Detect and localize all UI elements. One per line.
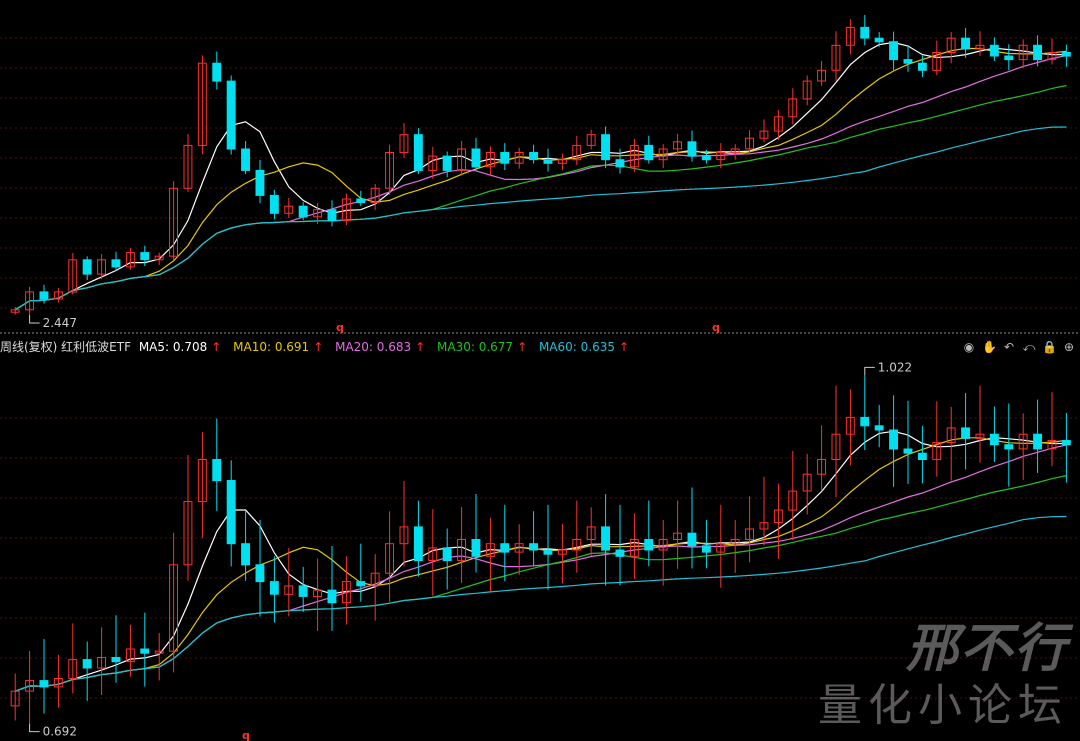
- candle-body-0-24: [356, 198, 366, 204]
- candle-body-1-69: [1004, 444, 1014, 450]
- chart-title: 周线(复权) 红利低波ETF: [0, 340, 131, 354]
- candle-body-1-15: [226, 480, 236, 545]
- annotation-leader-1-0: [864, 366, 875, 376]
- candle-body-0-16: [241, 148, 251, 171]
- candle-body-1-36: [529, 543, 538, 551]
- annotation-label-0-0: 2.447: [43, 316, 77, 330]
- marker-q-upper-1: q: [712, 321, 720, 334]
- candle-body-1-17: [255, 564, 265, 583]
- candle-body-0-73: [1061, 52, 1071, 57]
- candle-body-0-68: [989, 44, 999, 57]
- annotation-label-1-0: 1.022: [878, 360, 912, 374]
- candle-body-0-7: [111, 259, 121, 268]
- indicator-info-bar: 周线(复权) 红利低波ETF MA5: 0.708 ↑ MA10: 0.691 ↑ …: [0, 338, 1080, 356]
- candle-body-0-69: [1004, 55, 1014, 61]
- chart-toolbar: ◉ ✋ ↶ ⤺ 🔒 ⊕: [962, 338, 1076, 356]
- candle-body-0-61: [889, 41, 898, 61]
- candle-body-0-17: [255, 169, 265, 196]
- ma60-readout: MA60: 0.635 ↑: [538, 340, 630, 354]
- candle-body-1-9: [140, 648, 150, 654]
- candle-body-1-71: [1033, 433, 1042, 450]
- candle-body-0-59: [860, 26, 870, 39]
- ma10-readout: MA10: 0.691 ↑: [233, 340, 324, 354]
- eye-icon[interactable]: ◉: [962, 340, 976, 354]
- hand-icon[interactable]: ✋: [982, 340, 997, 354]
- marker-q-lower: q: [242, 729, 250, 741]
- candle-body-0-36: [529, 152, 538, 161]
- candle-body-0-47: [687, 141, 697, 157]
- watermark: 邢不行 量化小论坛: [818, 619, 1068, 733]
- candle-body-0-22: [327, 209, 337, 221]
- candle-body-1-42: [615, 549, 625, 557]
- candle-body-0-28: [413, 134, 423, 171]
- candle-body-0-62: [903, 59, 913, 64]
- candle-body-0-44: [644, 144, 654, 161]
- candle-body-1-47: [687, 532, 697, 547]
- candle-body-0-32: [471, 148, 481, 168]
- candle-body-0-5: [82, 259, 92, 275]
- annotation-leader-1-1: [29, 723, 40, 733]
- candle-body-0-60: [874, 37, 884, 43]
- restore-icon[interactable]: ⤺: [1022, 340, 1036, 354]
- candle-body-1-44: [644, 539, 654, 551]
- candle-body-0-63: [917, 62, 927, 71]
- candle-body-1-32: [471, 539, 481, 557]
- candle-body-1-66: [961, 427, 970, 439]
- ma5-readout: MA5: 0.708 ↑: [138, 340, 222, 354]
- candle-body-0-71: [1033, 44, 1042, 61]
- ma20-readout: MA20: 0.683 ↑: [335, 340, 426, 354]
- watermark-line2: 量化小论坛: [818, 680, 1068, 731]
- candle-body-1-34: [500, 543, 510, 553]
- candle-body-1-59: [860, 416, 870, 427]
- candle-body-1-14: [212, 459, 222, 482]
- candle-body-0-14: [212, 62, 222, 82]
- candle-body-0-37: [543, 159, 553, 164]
- candle-body-1-62: [903, 448, 913, 454]
- ma20-line-0: [14, 54, 1067, 311]
- ma5-line-0: [14, 41, 1067, 311]
- candle-body-0-30: [442, 155, 452, 171]
- candle-body-1-60: [874, 425, 884, 431]
- candle-body-0-2: [39, 291, 49, 300]
- candle-body-1-28: [413, 526, 423, 562]
- candle-body-0-42: [615, 159, 625, 168]
- candle-body-0-48: [701, 155, 711, 161]
- candle-body-1-37: [543, 549, 553, 555]
- lock-icon[interactable]: 🔒: [1042, 340, 1057, 354]
- candle-body-1-41: [601, 526, 610, 551]
- candle-body-1-68: [989, 433, 999, 446]
- annotation-label-1-1: 0.692: [43, 725, 77, 739]
- undo-icon[interactable]: ↶: [1002, 340, 1016, 354]
- candle-body-0-66: [961, 37, 970, 50]
- marker-q-upper-0: q: [336, 321, 344, 334]
- candle-body-0-9: [140, 252, 150, 261]
- add-icon[interactable]: ⊕: [1062, 340, 1076, 354]
- candle-body-0-15: [226, 80, 236, 150]
- candle-body-1-63: [917, 452, 927, 461]
- candle-body-1-30: [442, 547, 452, 562]
- candle-body-0-34: [500, 152, 510, 164]
- ma30-readout: MA30: 0.677 ↑: [437, 340, 528, 354]
- candle-body-0-41: [601, 134, 610, 161]
- candle-body-0-20: [298, 205, 308, 218]
- candle-body-1-7: [111, 657, 121, 663]
- candle-body-1-18: [269, 581, 279, 595]
- candle-body-1-61: [889, 429, 898, 450]
- candle-body-1-20: [298, 585, 308, 597]
- candle-body-1-5: [82, 659, 92, 669]
- candle-body-1-73: [1061, 440, 1071, 446]
- annotation-leader-0-0: [29, 315, 40, 324]
- ma30-line-0: [14, 84, 1067, 311]
- candle-body-1-16: [241, 543, 251, 566]
- watermark-line1: 邢不行: [905, 619, 1068, 679]
- candle-body-1-24: [356, 581, 366, 587]
- candle-body-1-2: [39, 680, 49, 688]
- candle-body-1-22: [327, 589, 337, 604]
- candle-body-0-18: [269, 194, 279, 214]
- candle-body-1-48: [701, 545, 711, 553]
